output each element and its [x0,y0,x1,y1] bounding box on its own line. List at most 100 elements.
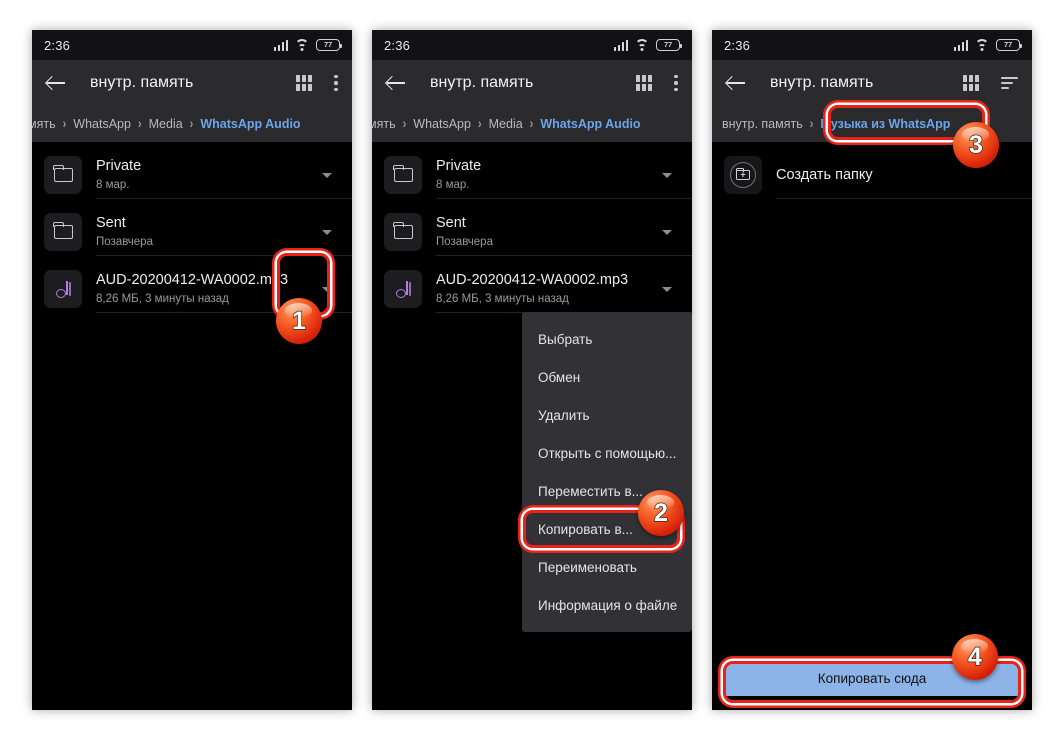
wifi-icon [295,38,309,51]
row-menu-caret[interactable] [314,219,340,245]
status-icons: 77 [953,38,1022,51]
list-item[interactable]: Sent Позавчера [372,199,692,255]
folder-icon [384,213,422,251]
row-menu-caret[interactable] [314,162,340,188]
status-bar-1: 2:36 77 [32,30,352,60]
row-menu-caret[interactable] [654,219,680,245]
list-item-subtitle: 8 мар. [436,179,470,191]
phone-panel-1: 2:36 77 внутр. память мять › WhatsApp › … [32,30,352,710]
file-list-2: Private 8 мар. Sent Позавчера AUD-202004… [372,142,692,313]
sort-icon[interactable] [1001,76,1018,90]
list-item-title: Sent [96,215,126,231]
folder-icon [44,156,82,194]
wifi-icon [975,38,989,51]
step-badge-number: 2 [653,498,668,527]
status-time: 2:36 [384,37,411,53]
breadcrumb-item[interactable]: WhatsApp [413,117,471,131]
more-vertical-icon[interactable] [674,74,678,92]
chevron-right-icon: › [189,116,194,132]
new-folder-icon [724,156,762,194]
list-item-title: AUD-20200412-WA0002.mp3 [436,272,629,288]
chevron-right-icon: › [529,116,534,132]
signal-icon [273,39,288,51]
menu-item-open-with[interactable]: Открыть с помощью... [522,434,692,472]
breadcrumb-2: мять › WhatsApp › Media › WhatsApp Audio [372,106,692,142]
menu-item-file-info[interactable]: Информация о файле [522,586,692,624]
menu-item-delete[interactable]: Удалить [522,396,692,434]
list-item-subtitle: 8 мар. [96,179,130,191]
folder-icon [384,156,422,194]
app-bar-3: внутр. память [712,60,1032,106]
divider [776,198,1032,199]
breadcrumb-item-current[interactable]: WhatsApp Audio [540,117,640,131]
menu-item-select[interactable]: Выбрать [522,320,692,358]
wifi-icon [635,38,649,51]
list-item-text: Private 8 мар. [96,157,314,193]
list-item-title: AUD-20200412-WA0002.mp3 [96,272,289,288]
row-menu-caret[interactable] [654,162,680,188]
back-arrow-icon[interactable] [46,73,66,93]
list-item[interactable]: Private 8 мар. [32,142,352,198]
breadcrumb-item[interactable]: Media [149,117,183,131]
step-badge-number: 4 [967,642,982,671]
chevron-right-icon: › [477,116,482,132]
list-item-text: Sent Позавчера [96,214,314,250]
list-item-text: AUD-20200412-WA0002.mp3 8,26 МБ, 3 минут… [436,271,654,307]
list-item-title: Sent [436,215,466,231]
status-bar-2: 2:36 77 [372,30,692,60]
page-title: внутр. память [770,74,874,91]
signal-icon [953,39,968,51]
step-badge-number: 3 [968,130,983,159]
back-arrow-icon[interactable] [386,73,406,93]
list-item-subtitle: Позавчера [436,236,493,248]
status-bar-3: 2:36 77 [712,30,1032,60]
step-badge-2: 2 [638,490,684,536]
back-arrow-icon[interactable] [726,73,746,93]
chevron-right-icon: › [62,116,67,132]
menu-item-rename[interactable]: Переименовать [522,548,692,586]
battery-level: 77 [1004,40,1012,50]
battery-icon: 77 [996,39,1022,51]
music-note-icon [384,270,422,308]
chevron-right-icon: › [809,116,814,132]
status-time: 2:36 [44,37,71,53]
breadcrumb-item-current[interactable]: WhatsApp Audio [200,117,300,131]
row-menu-caret[interactable] [654,276,680,302]
app-bar-2: внутр. память [372,60,692,106]
breadcrumb-item[interactable]: Media [489,117,523,131]
breadcrumb-item-current[interactable]: Музыка из WhatsApp [820,117,950,131]
grid-view-icon[interactable] [296,75,312,91]
app-bar-actions [636,74,678,92]
phone-panel-2: 2:36 77 внутр. память мять › WhatsApp › … [372,30,692,710]
screenshot-stage: 2:36 77 внутр. память мять › WhatsApp › … [0,0,1064,740]
status-icons: 77 [613,38,682,51]
grid-view-icon[interactable] [963,75,979,91]
list-item-subtitle: 8,26 МБ, 3 минуты назад [436,293,569,305]
app-bar-actions [963,75,1018,91]
folder-icon [44,213,82,251]
music-note-icon [44,270,82,308]
list-item-text: AUD-20200412-WA0002.mp3 8,26 МБ, 3 минут… [96,271,314,307]
list-item[interactable]: Sent Позавчера [32,199,352,255]
step-badge-number: 1 [291,306,306,335]
grid-view-icon[interactable] [636,75,652,91]
status-icons: 77 [273,38,342,51]
step-badge-3: 3 [953,122,999,168]
list-item[interactable]: Private 8 мар. [372,142,692,198]
row-menu-caret[interactable] [314,276,340,302]
page-title: внутр. память [430,74,534,91]
breadcrumb-item[interactable]: внутр. память [722,117,803,131]
breadcrumb-1: мять › WhatsApp › Media › WhatsApp Audio [32,106,352,142]
menu-item-share[interactable]: Обмен [522,358,692,396]
list-item-subtitle: Позавчера [96,236,153,248]
list-item-text: Sent Позавчера [436,214,654,250]
breadcrumb-item[interactable]: мять [372,117,396,131]
context-menu: Выбрать Обмен Удалить Открыть с помощью.… [522,312,692,632]
more-vertical-icon[interactable] [334,74,338,92]
battery-level: 77 [664,40,672,50]
breadcrumb-item[interactable]: WhatsApp [73,117,131,131]
breadcrumb-item[interactable]: мять [32,117,56,131]
list-item[interactable]: AUD-20200412-WA0002.mp3 8,26 МБ, 3 минут… [372,256,692,312]
app-bar-1: внутр. память [32,60,352,106]
chevron-right-icon: › [402,116,407,132]
